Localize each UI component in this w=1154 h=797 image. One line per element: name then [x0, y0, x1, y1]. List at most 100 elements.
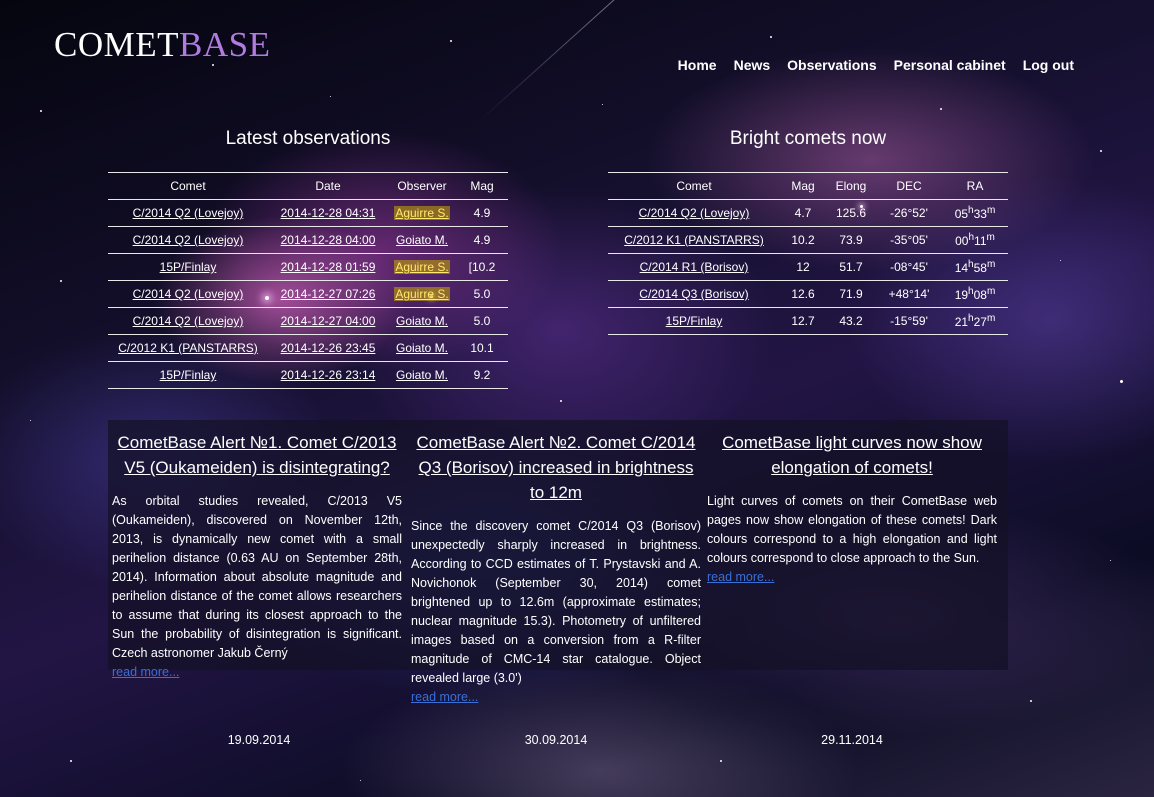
- comet-link[interactable]: 15P/Finlay: [160, 260, 217, 274]
- read-more-link[interactable]: read more...: [411, 688, 701, 706]
- latest-observations-table: Comet Date Observer Mag C/2014 Q2 (Lovej…: [108, 172, 508, 389]
- ra-value: 21h27m: [942, 307, 1008, 335]
- date-link[interactable]: 2014-12-26 23:45: [281, 341, 376, 355]
- mag-value: 12.7: [780, 307, 826, 335]
- dec-value: +48°14': [876, 280, 942, 308]
- table-row: C/2014 Q2 (Lovejoy) 2014-12-28 04:31 Agu…: [108, 199, 508, 227]
- news-body: Since the discovery comet C/2014 Q3 (Bor…: [411, 519, 701, 685]
- observer-link[interactable]: Aguirre S.: [394, 287, 450, 301]
- table-row: C/2012 K1 (PANSTARRS) 2014-12-26 23:45 G…: [108, 334, 508, 362]
- comet-link[interactable]: C/2012 K1 (PANSTARRS): [624, 233, 764, 247]
- ra-value: 05h33m: [942, 199, 1008, 227]
- col-elong: Elong: [826, 172, 876, 200]
- observer-link[interactable]: Goiato M.: [396, 368, 448, 382]
- observer-link[interactable]: Aguirre S.: [394, 260, 450, 274]
- bright-comets-table: Comet Mag Elong DEC RA C/2014 Q2 (Lovejo…: [608, 172, 1008, 335]
- observer-link[interactable]: Goiato M.: [396, 341, 448, 355]
- nav-news[interactable]: News: [734, 57, 771, 73]
- mag-value: 5.0: [456, 280, 508, 308]
- table-row: 15P/Finlay 12.7 43.2 -15°59' 21h27m: [608, 307, 1008, 335]
- table-row: 15P/Finlay 2014-12-28 01:59 Aguirre S. […: [108, 253, 508, 281]
- elong-value: 51.7: [826, 253, 876, 281]
- comet-link[interactable]: C/2012 K1 (PANSTARRS): [118, 341, 258, 355]
- news-item-2: CometBase Alert №2. Comet C/2014 Q3 (Bor…: [411, 430, 701, 706]
- col-ra: RA: [942, 172, 1008, 200]
- date-link[interactable]: 2014-12-28 04:00: [281, 233, 376, 247]
- logo-text-base: BASE: [179, 25, 271, 64]
- read-more-link[interactable]: read more...: [112, 663, 402, 681]
- col-mag: Mag: [456, 172, 508, 200]
- observer-link[interactable]: Aguirre S.: [394, 206, 450, 220]
- elong-value: 125.6: [826, 199, 876, 227]
- mag-value: 4.9: [456, 199, 508, 227]
- news-title-link[interactable]: CometBase Alert №2. Comet C/2014 Q3 (Bor…: [411, 430, 701, 505]
- date-link[interactable]: 2014-12-26 23:14: [281, 368, 376, 382]
- nav-observations[interactable]: Observations: [787, 57, 876, 73]
- bright-comets-title: Bright comets now: [729, 128, 887, 149]
- main-nav: Home News Observations Personal cabinet …: [678, 57, 1074, 73]
- comet-link[interactable]: C/2014 Q2 (Lovejoy): [133, 233, 244, 247]
- table-row: C/2012 K1 (PANSTARRS) 10.2 73.9 -35°05' …: [608, 226, 1008, 254]
- mag-value: 12.6: [780, 280, 826, 308]
- mag-value: 10.1: [456, 334, 508, 362]
- observer-link[interactable]: Goiato M.: [396, 233, 448, 247]
- latest-observations-title: Latest observations: [225, 128, 391, 149]
- read-more-link[interactable]: read more...: [707, 568, 997, 586]
- dec-value: -26°52': [876, 199, 942, 227]
- dec-value: -15°59': [876, 307, 942, 335]
- news-body: Light curves of comets on their CometBas…: [707, 494, 997, 565]
- mag-value: 10.2: [780, 226, 826, 254]
- logo-text-comet: COMET: [54, 25, 179, 64]
- mag-value: 12: [780, 253, 826, 281]
- site-logo[interactable]: COMETBASE: [54, 27, 270, 62]
- observer-link[interactable]: Goiato M.: [396, 314, 448, 328]
- table-row: C/2014 Q2 (Lovejoy) 2014-12-27 07:26 Agu…: [108, 280, 508, 308]
- nav-log-out[interactable]: Log out: [1023, 57, 1074, 73]
- table-row: 15P/Finlay 2014-12-26 23:14 Goiato M. 9.…: [108, 361, 508, 389]
- mag-value: 9.2: [456, 361, 508, 389]
- table-row: C/2014 Q2 (Lovejoy) 2014-12-28 04:00 Goi…: [108, 226, 508, 254]
- date-link[interactable]: 2014-12-28 04:31: [281, 206, 376, 220]
- date-link[interactable]: 2014-12-28 01:59: [281, 260, 376, 274]
- comet-link[interactable]: C/2014 R1 (Borisov): [640, 260, 749, 274]
- table-row: C/2014 R1 (Borisov) 12 51.7 -08°45' 14h5…: [608, 253, 1008, 281]
- dec-value: -35°05': [876, 226, 942, 254]
- nav-home[interactable]: Home: [678, 57, 717, 73]
- news-date: 30.09.2014: [524, 733, 588, 747]
- mag-value: 4.7: [780, 199, 826, 227]
- dec-value: -08°45': [876, 253, 942, 281]
- comet-link[interactable]: C/2014 Q2 (Lovejoy): [133, 206, 244, 220]
- elong-value: 73.9: [826, 226, 876, 254]
- col-mag: Mag: [780, 172, 826, 200]
- comet-link[interactable]: C/2014 Q2 (Lovejoy): [639, 206, 750, 220]
- elong-value: 71.9: [826, 280, 876, 308]
- ra-value: 14h58m: [942, 253, 1008, 281]
- comet-link[interactable]: 15P/Finlay: [160, 368, 217, 382]
- nav-personal-cabinet[interactable]: Personal cabinet: [894, 57, 1006, 73]
- table-row: C/2014 Q3 (Borisov) 12.6 71.9 +48°14' 19…: [608, 280, 1008, 308]
- news-date: 29.11.2014: [821, 733, 883, 747]
- col-date: Date: [268, 172, 388, 200]
- mag-value: 5.0: [456, 307, 508, 335]
- table-row: C/2014 Q2 (Lovejoy) 4.7 125.6 -26°52' 05…: [608, 199, 1008, 227]
- news-item-3: CometBase light curves now show elongati…: [707, 430, 997, 586]
- ra-value: 19h08m: [942, 280, 1008, 308]
- mag-value: [10.2: [456, 253, 508, 281]
- date-link[interactable]: 2014-12-27 07:26: [281, 287, 376, 301]
- news-title-link[interactable]: CometBase Alert №1. Comet C/2013 V5 (Ouk…: [112, 430, 402, 480]
- comet-link[interactable]: C/2014 Q2 (Lovejoy): [133, 287, 244, 301]
- col-observer: Observer: [388, 172, 456, 200]
- date-link[interactable]: 2014-12-27 04:00: [281, 314, 376, 328]
- news-body: As orbital studies revealed, C/2013 V5 (…: [112, 494, 402, 660]
- table-row: C/2014 Q2 (Lovejoy) 2014-12-27 04:00 Goi…: [108, 307, 508, 335]
- ra-value: 00h11m: [942, 226, 1008, 254]
- comet-link[interactable]: 15P/Finlay: [666, 314, 723, 328]
- news-item-1: CometBase Alert №1. Comet C/2013 V5 (Ouk…: [112, 430, 402, 681]
- mag-value: 4.9: [456, 226, 508, 254]
- news-title-link[interactable]: CometBase light curves now show elongati…: [707, 430, 997, 480]
- comet-link[interactable]: C/2014 Q3 (Borisov): [639, 287, 748, 301]
- comet-link[interactable]: C/2014 Q2 (Lovejoy): [133, 314, 244, 328]
- news-date: 19.09.2014: [227, 733, 291, 747]
- col-comet: Comet: [608, 172, 780, 200]
- col-comet: Comet: [108, 172, 268, 200]
